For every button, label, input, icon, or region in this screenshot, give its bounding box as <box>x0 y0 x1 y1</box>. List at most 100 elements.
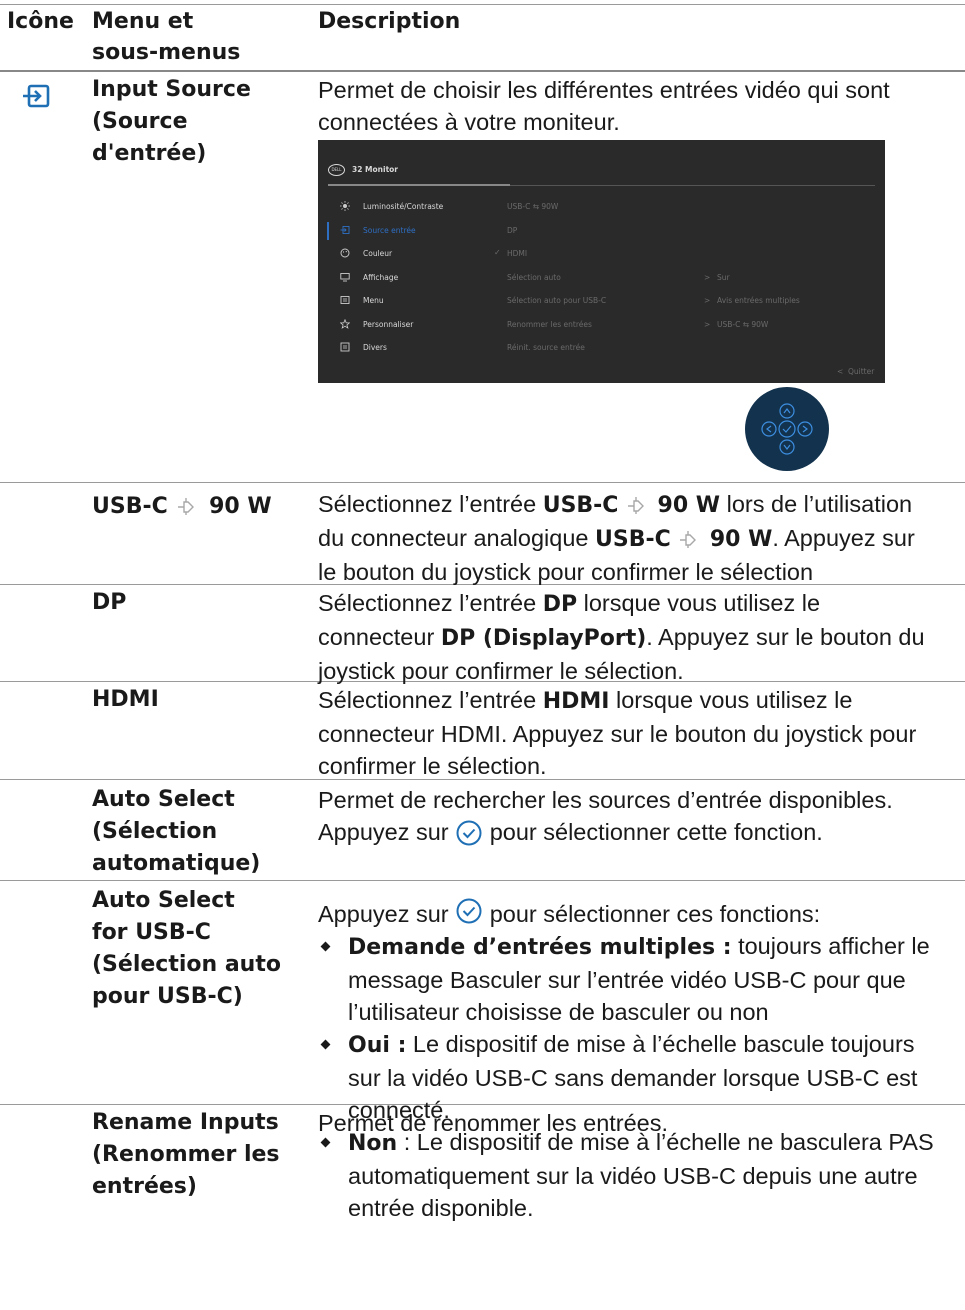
desc-hdmi-l2: connecteur HDMI. Appuyez sur le bouton d… <box>318 721 917 747</box>
desc-bold: Oui : <box>348 1033 407 1058</box>
osd-item-brightness[interactable]: Luminosité/Contraste <box>363 202 443 211</box>
rule-auto-usbc <box>0 880 965 881</box>
osd-item-display[interactable]: Affichage <box>363 273 398 282</box>
desc-text: . Appuyez sur <box>772 525 915 551</box>
desc-text: sur la vidéo USB-C sans demander lorsque… <box>348 1065 918 1091</box>
menu-input-source-l3: d'entrée) <box>92 141 207 166</box>
menu-auto-select-l2: (Sélection <box>92 819 218 844</box>
osd-item-color[interactable]: Couleur <box>363 249 392 258</box>
desc-text: connecteur <box>318 624 441 650</box>
list-item: Demande d’entrées multiples : toujours a… <box>318 930 934 1028</box>
menu-usbc: USB-C 90 W <box>92 491 272 523</box>
desc-auto-select-l2: Appuyez sur pour sélectionner cette fonc… <box>318 816 893 848</box>
check-icon: ✓ <box>494 248 501 257</box>
desc-hdmi-l1: Sélectionnez l’entrée HDMI lorsque vous … <box>318 684 916 718</box>
desc-text: Le dispositif de mise à l’échelle bascul… <box>406 1031 915 1057</box>
osd-sub-dp[interactable]: DP <box>507 226 517 235</box>
rule-top <box>0 4 965 5</box>
osd-item-personalize[interactable]: Personnaliser <box>363 320 413 329</box>
menu-hdmi: HDMI <box>92 687 159 712</box>
osd-sub-auto-usbc[interactable]: Sélection auto pour USB-C <box>507 296 606 305</box>
desc-auto-usbc-intro: Appuyez sur pour sélectionner ces foncti… <box>318 897 934 930</box>
desc-rename: Permet de renommer les entrées. <box>318 1110 669 1136</box>
desc-auto-select-l1: Permet de rechercher les sources d’entré… <box>318 787 893 813</box>
rule-header <box>0 70 965 72</box>
menu-auto-usbc: Auto Select for USB-C (Sélection auto po… <box>92 885 281 1013</box>
menu-rename: Rename Inputs (Renommer les entrées) <box>92 1107 280 1203</box>
menu-input-source-l1: Input Source <box>92 77 251 102</box>
desc-usbc: Sélectionnez l’entrée USB-C 90 W lors de… <box>318 488 915 588</box>
osd-divider <box>510 185 875 186</box>
desc-usbc-l1: Sélectionnez l’entrée USB-C 90 W lors de… <box>318 488 915 522</box>
header-menu: Menu et sous-menus <box>92 6 240 68</box>
bullet-icon <box>320 1039 331 1050</box>
desc-bold: HDMI <box>542 689 610 714</box>
options-list: Demande d’entrées multiples : toujours a… <box>318 930 934 1224</box>
osd-value-rename: USB-C ⇆ 90W <box>717 320 769 329</box>
color-palette-icon <box>340 248 350 258</box>
desc-text: Sélectionnez l’entrée <box>318 590 543 616</box>
menu-usbc-label: USB-C <box>92 494 168 519</box>
osd-title: 32 Monitor <box>352 165 399 174</box>
menu-icon <box>340 296 350 304</box>
desc-auto-usbc: Appuyez sur pour sélectionner ces foncti… <box>318 897 934 1224</box>
power-plug-icon <box>178 498 195 515</box>
menu-rename-l1: Rename Inputs <box>92 1110 279 1135</box>
misc-icon <box>340 342 350 352</box>
desc-usbc-l2: du connecteur analogique USB-C 90 W. App… <box>318 522 915 556</box>
desc-input-source-l2: connectées à votre moniteur. <box>318 109 620 135</box>
desc-text: lorsque vous utilisez le <box>577 590 821 616</box>
desc-text: du connecteur analogique <box>318 525 595 551</box>
menu-auto-select-l1: Auto Select <box>92 787 235 812</box>
osd-value-auto-usbc: Avis entrées multiples <box>717 296 800 305</box>
osd-item-others[interactable]: Divers <box>363 343 387 352</box>
desc-text: Sélectionnez l’entrée <box>318 491 543 517</box>
desc-text: entrée disponible. <box>348 1195 534 1221</box>
bullet-icon <box>320 941 331 952</box>
check-circle-icon <box>456 820 482 846</box>
osd-quit[interactable]: Quitter <box>848 367 874 376</box>
osd-sub-auto-select[interactable]: Sélection auto <box>507 273 561 282</box>
menu-rename-l2: (Renommer les <box>92 1142 280 1167</box>
menu-usbc-watt: 90 W <box>209 494 272 519</box>
desc-text: toujours afficher le <box>731 933 930 959</box>
desc-dp-l3: joystick pour confirmer le sélection. <box>318 658 684 684</box>
osd-sub-hdmi[interactable]: HDMI <box>507 249 527 258</box>
menu-auto-usbc-l3: (Sélection auto <box>92 952 281 977</box>
osd-tab-underline <box>328 184 510 186</box>
desc-bold: DP (DisplayPort) <box>440 626 647 651</box>
display-icon <box>340 273 350 282</box>
osd-item-input-source[interactable]: Source entrée <box>363 226 416 235</box>
power-plug-icon <box>628 497 644 514</box>
desc-input-source-l1: Permet de choisir les différentes entrée… <box>318 77 890 103</box>
menu-auto-usbc-l4: pour USB-C) <box>92 984 243 1009</box>
osd-value-auto-select: Sur <box>717 273 730 282</box>
header-description: Description <box>318 9 461 34</box>
check-circle-icon <box>456 898 482 924</box>
desc-text: . Appuyez sur le bouton du <box>646 624 925 650</box>
desc-dp: Sélectionnez l’entrée DP lorsque vous ut… <box>318 587 925 687</box>
dell-logo: DELL <box>328 164 345 176</box>
menu-input-source: Input Source (Source d'entrée) <box>92 74 251 170</box>
desc-dp-l2: connecteur DP (DisplayPort). Appuyez sur… <box>318 621 925 655</box>
osd-item-menu[interactable]: Menu <box>363 296 384 305</box>
osd-sub-reset[interactable]: Réinit. source entrée <box>507 343 585 352</box>
input-source-icon <box>340 226 350 234</box>
desc-auto-select: Permet de rechercher les sources d’entré… <box>318 784 893 848</box>
osd-selection-bar <box>327 222 329 240</box>
desc-bold: 90 W <box>709 527 773 552</box>
desc-hdmi-l3: confirmer le sélection. <box>318 753 547 779</box>
chevron-right-icon: > <box>704 273 711 282</box>
desc-hdmi: Sélectionnez l’entrée HDMI lorsque vous … <box>318 684 916 782</box>
desc-text: Appuyez sur <box>318 819 456 845</box>
bullet-icon <box>320 1137 331 1148</box>
list-item: Non : Le dispositif de mise à l’échelle … <box>318 1126 934 1224</box>
menu-rename-l3: entrées) <box>92 1174 197 1199</box>
osd-menu-screenshot: DELL 32 Monitor Luminosité/Contraste Sou… <box>318 140 885 383</box>
osd-sub-rename[interactable]: Renommer les entrées <box>507 320 592 329</box>
desc-text: automatiquement sur la vidéo USB-C depui… <box>348 1163 918 1189</box>
osd-sub-usbc[interactable]: USB-C ⇆ 90W <box>507 202 558 211</box>
star-icon <box>340 319 350 329</box>
desc-bold: USB-C <box>595 527 671 552</box>
desc-text: lors de l’utilisation <box>720 491 913 517</box>
